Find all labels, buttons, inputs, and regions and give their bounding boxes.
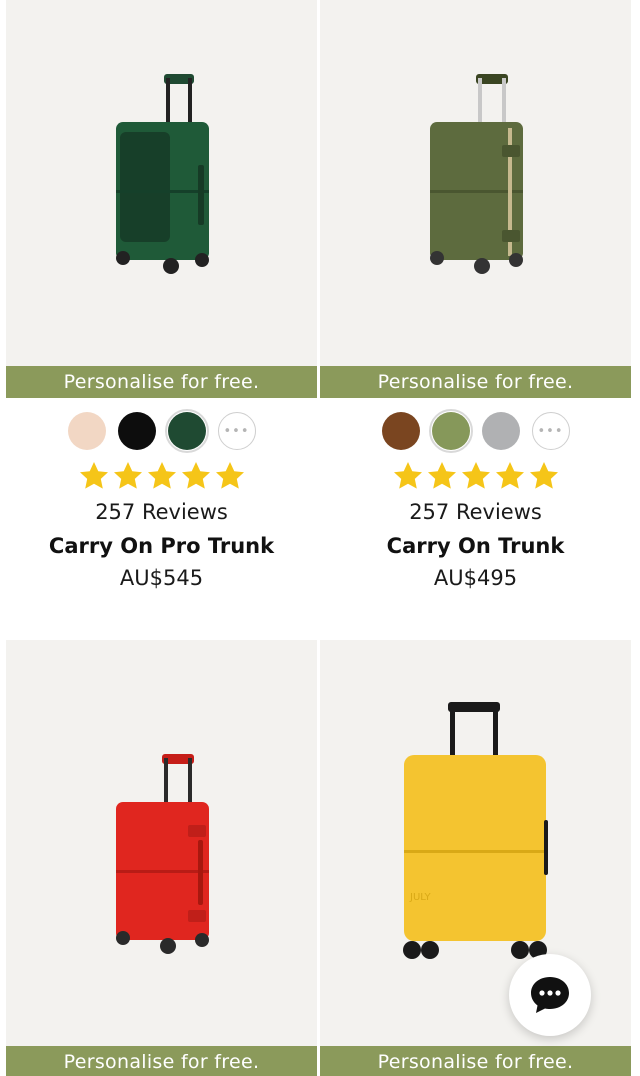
star-icon [79, 462, 108, 489]
product-name[interactable]: Carry On Trunk [320, 534, 631, 558]
product-card[interactable]: Personalise for free. [6, 640, 317, 1076]
product-image[interactable] [6, 0, 317, 366]
star-icon [529, 462, 558, 489]
product-name[interactable]: Carry On Pro Trunk [6, 534, 317, 558]
suitcase-image [430, 74, 523, 274]
star-icon [181, 462, 210, 489]
review-count[interactable]: 257 Reviews [6, 500, 317, 524]
svg-text:JULY: JULY [409, 892, 432, 903]
review-count[interactable]: 257 Reviews [320, 500, 631, 524]
chat-bubble-icon [531, 977, 569, 1013]
color-swatches: ••• [320, 409, 631, 453]
suitcase-image [116, 74, 209, 274]
product-price: AU$545 [119, 566, 204, 590]
swatch-black[interactable] [117, 412, 156, 450]
product-image[interactable] [6, 640, 317, 1046]
swatch-grey[interactable] [481, 412, 520, 450]
star-icon [495, 462, 524, 489]
personalise-banner[interactable]: Personalise for free. [6, 1046, 317, 1076]
swatch-pink[interactable] [67, 412, 106, 450]
color-swatches: ••• [6, 409, 317, 453]
suitcase-image: JULY [403, 702, 548, 959]
more-colors-button[interactable]: ••• [531, 412, 570, 450]
personalise-banner[interactable]: Personalise for free. [6, 366, 317, 398]
personalise-banner[interactable]: Personalise for free. [320, 366, 631, 398]
product-image[interactable] [320, 0, 631, 366]
star-icon [427, 462, 456, 489]
product-card[interactable]: Personalise for free. ••• 257 Reviews Ca… [320, 0, 631, 590]
chat-button[interactable] [509, 954, 591, 1036]
swatch-green[interactable] [164, 409, 209, 453]
suitcase-image [116, 754, 209, 954]
product-card[interactable]: Personalise for free. ••• 257 Reviews Ca… [6, 0, 317, 590]
star-icon [461, 462, 490, 489]
more-dots-icon: ••• [223, 423, 250, 439]
personalise-banner[interactable]: Personalise for free. [320, 1046, 631, 1076]
star-rating [6, 460, 317, 494]
star-icon [147, 462, 176, 489]
star-icon [393, 462, 422, 489]
product-grid: Personalise for free. ••• 257 Reviews Ca… [0, 0, 640, 1076]
more-dots-icon: ••• [537, 423, 564, 439]
star-icon [215, 462, 244, 489]
star-icon [113, 462, 142, 489]
swatch-brown[interactable] [381, 412, 420, 450]
product-price: AU$495 [433, 566, 518, 590]
more-colors-button[interactable]: ••• [217, 412, 256, 450]
swatch-olive[interactable] [428, 409, 473, 453]
star-rating [320, 460, 631, 494]
